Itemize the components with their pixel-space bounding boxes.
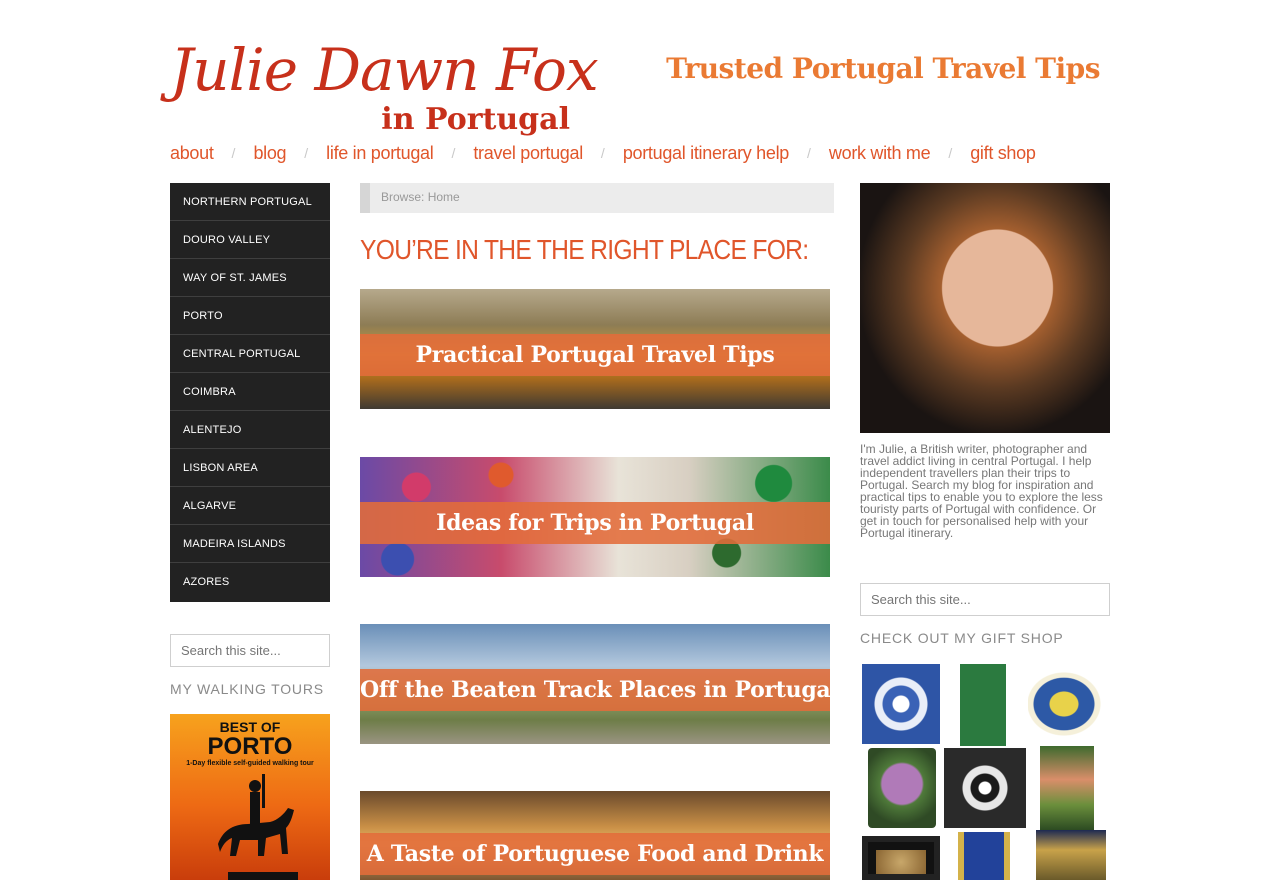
gift-tile-mug[interactable] <box>1028 666 1108 742</box>
nav-travel-portugal[interactable]: travel portugal <box>473 141 583 165</box>
gift-shop-heading: CHECK OUT MY GIFT SHOP <box>860 630 1064 646</box>
region-menu: NORTHERN PORTUGAL DOURO VALLEY WAY OF ST… <box>170 183 330 602</box>
banner-off-beaten-track[interactable]: Off the Beaten Track Places in Portugal <box>360 624 830 744</box>
breadcrumb-home[interactable]: Home <box>428 190 460 204</box>
region-lisbon-area[interactable]: LISBON AREA <box>170 449 330 487</box>
region-alentejo[interactable]: ALENTEJO <box>170 411 330 449</box>
nav-separator: / <box>600 145 605 161</box>
nav-gift-shop[interactable]: gift shop <box>970 141 1036 165</box>
gift-tile-pillow[interactable] <box>862 664 940 744</box>
gift-tote-bag[interactable] <box>944 748 1026 828</box>
nav-separator: / <box>807 145 811 161</box>
region-coimbra[interactable]: COIMBRA <box>170 373 330 411</box>
main-nav: about / blog / life in portugal / travel… <box>170 140 1036 166</box>
gift-thistle-case[interactable] <box>868 748 936 828</box>
walking-tours-heading: MY WALKING TOURS <box>170 681 324 697</box>
region-azores[interactable]: AZORES <box>170 563 330 602</box>
nav-work-with-me[interactable]: work with me <box>829 141 931 165</box>
nav-separator: / <box>231 145 236 161</box>
nav-about[interactable]: about <box>170 141 214 165</box>
region-algarve[interactable]: ALGARVE <box>170 487 330 525</box>
logo-name: Julie Dawn Fox <box>170 36 599 104</box>
page-heading: YOU’RE IN THE THE RIGHT PLACE FOR: <box>360 234 809 265</box>
gift-door-print[interactable] <box>958 832 1010 880</box>
nav-life-in-portugal[interactable]: life in portugal <box>326 141 434 165</box>
region-northern-portugal[interactable]: NORTHERN PORTUGAL <box>170 183 330 221</box>
banner-label: Ideas for Trips in Portugal <box>436 510 754 536</box>
logo-subtitle: in Portugal <box>381 102 570 137</box>
banner-practical-tips[interactable]: Practical Portugal Travel Tips <box>360 289 830 409</box>
nav-itinerary-help[interactable]: portugal itinerary help <box>623 141 790 165</box>
site-tagline: Trusted Portugal Travel Tips <box>666 52 1100 85</box>
nav-separator: / <box>451 145 456 161</box>
porto-walking-tour-image[interactable]: BEST OF PORTO 1-Day flexible self-guided… <box>170 714 330 880</box>
nav-separator: / <box>304 145 309 161</box>
breadcrumb-prefix: Browse: <box>381 190 425 204</box>
gift-framed-print[interactable] <box>862 836 940 880</box>
region-way-of-st-james[interactable]: WAY OF ST. JAMES <box>170 259 330 297</box>
author-bio: I'm Julie, a British writer, photographe… <box>860 442 1103 540</box>
horse-statue-silhouette <box>218 774 298 880</box>
nav-separator: / <box>948 145 953 161</box>
breadcrumb: Browse: Home <box>360 183 834 213</box>
gift-tank-top[interactable] <box>1036 830 1106 880</box>
banner-trip-ideas[interactable]: Ideas for Trips in Portugal <box>360 457 830 577</box>
gift-dress[interactable] <box>948 664 1018 746</box>
banner-food-drink[interactable]: A Taste of Portuguese Food and Drink <box>360 791 830 880</box>
banner-label: Off the Beaten Track Places in Portugal <box>360 677 830 703</box>
region-porto[interactable]: PORTO <box>170 297 330 335</box>
banner-label: Practical Portugal Travel Tips <box>415 342 775 368</box>
search-input-left[interactable] <box>170 634 330 667</box>
region-madeira-islands[interactable]: MADEIRA ISLANDS <box>170 525 330 563</box>
region-douro-valley[interactable]: DOURO VALLEY <box>170 221 330 259</box>
gift-phone-case[interactable] <box>1040 746 1094 830</box>
search-input-right[interactable] <box>860 583 1110 616</box>
nav-blog[interactable]: blog <box>253 141 286 165</box>
author-portrait <box>860 183 1110 433</box>
site-logo[interactable]: Julie Dawn Fox in Portugal <box>170 38 599 140</box>
region-central-portugal[interactable]: CENTRAL PORTUGAL <box>170 335 330 373</box>
banner-label: A Taste of Portuguese Food and Drink <box>366 841 824 867</box>
